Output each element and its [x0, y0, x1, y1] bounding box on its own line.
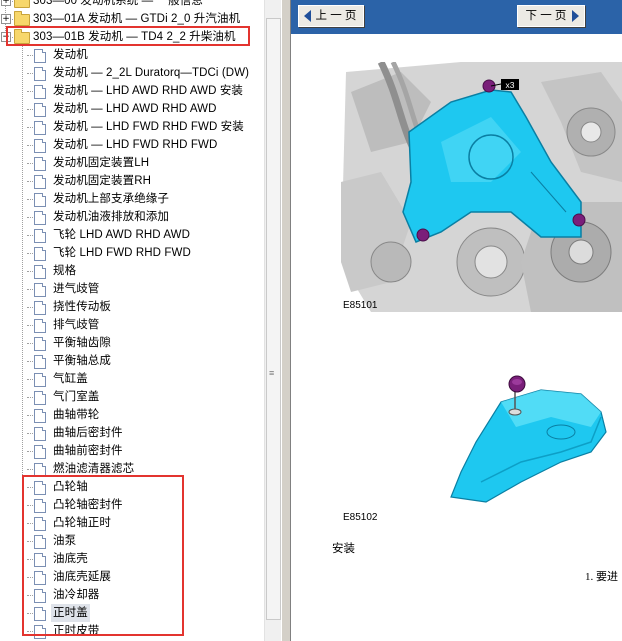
arrow-right-icon — [572, 10, 579, 22]
nav-bar: 上 一 页 下 一 页 — [291, 0, 622, 34]
tree-doc-item[interactable]: 曲轴带轮 — [0, 406, 264, 424]
tree-item-label: 发动机 — [53, 49, 88, 61]
tree-folder-item[interactable]: +303—00 发动机系统 — 一般信息 — [0, 0, 264, 10]
tree-item-label: 发动机 — LHD FWD RHD FWD — [53, 139, 218, 151]
figure2-caption: E85102 — [343, 512, 378, 523]
tree-item-label: 曲轴前密封件 — [53, 445, 123, 457]
tree-item-label: 挠性传动板 — [53, 301, 111, 313]
next-page-label: 下 一 页 — [525, 10, 567, 22]
expand-icon[interactable]: + — [1, 14, 11, 24]
tree-doc-item[interactable]: 平衡轴齿隙 — [0, 334, 264, 352]
document-icon — [34, 247, 46, 261]
tree-item-label: 发动机上部支承绝缘子 — [53, 193, 169, 205]
document-icon — [34, 373, 46, 387]
tree-doc-item[interactable]: 排气歧管 — [0, 316, 264, 334]
tree-scrollbar[interactable]: ≡ — [264, 0, 281, 641]
tree-item-label: 飞轮 LHD AWD RHD AWD — [53, 229, 191, 241]
document-icon — [34, 229, 46, 243]
tree-doc-item[interactable]: 发动机 — LHD FWD RHD FWD — [0, 136, 264, 154]
pane-splitter[interactable] — [281, 0, 291, 641]
tree-item-label: 发动机固定装置RH — [53, 175, 152, 187]
document-icon — [34, 193, 46, 207]
expand-icon[interactable]: + — [1, 0, 11, 6]
tree-item-label: 303—00 发动机系统 — 一般信息 — [33, 0, 203, 7]
tree-item-label: 发动机 — 2_2L Duratorq—TDCi (DW) — [53, 67, 250, 79]
tree-doc-item[interactable]: 气缸盖 — [0, 370, 264, 388]
section-title: 安装 — [332, 543, 355, 555]
prev-page-button[interactable]: 上 一 页 — [298, 5, 364, 27]
tree-doc-item[interactable]: 飞轮 LHD AWD RHD AWD — [0, 226, 264, 244]
tree-doc-item[interactable]: 进气歧管 — [0, 280, 264, 298]
document-icon — [34, 157, 46, 171]
engine-timing-cover-illustration: x3 — [341, 62, 622, 312]
document-icon — [34, 319, 46, 333]
document-icon — [34, 301, 46, 315]
tree-doc-item[interactable]: 规格 — [0, 262, 264, 280]
document-icon — [34, 283, 46, 297]
folder-icon — [14, 0, 30, 8]
figure1-caption: E85101 — [343, 300, 378, 311]
tree-item-label: 发动机固定装置LH — [53, 157, 150, 169]
document-icon — [34, 175, 46, 189]
tree-doc-item[interactable]: 飞轮 LHD FWD RHD FWD — [0, 244, 264, 262]
tree-item-label: 曲轴后密封件 — [53, 427, 123, 439]
tree-item-label: 气门室盖 — [53, 391, 100, 403]
document-icon — [34, 211, 46, 225]
document-icon — [34, 427, 46, 441]
tree-doc-item[interactable]: 发动机 — 2_2L Duratorq—TDCi (DW) — [0, 64, 264, 82]
tree-doc-item[interactable]: 发动机 — LHD FWD RHD FWD 安装 — [0, 118, 264, 136]
tree-doc-item[interactable]: 发动机固定装置LH — [0, 154, 264, 172]
tree-item-label: 平衡轴总成 — [53, 355, 111, 367]
document-icon — [34, 139, 46, 153]
tree-item-label: 飞轮 LHD FWD RHD FWD — [53, 247, 191, 259]
document-icon — [34, 85, 46, 99]
tree-doc-item[interactable]: 发动机上部支承绝缘子 — [0, 190, 264, 208]
timing-cover-part-illustration — [450, 375, 607, 503]
tree-item-label: 进气歧管 — [53, 283, 100, 295]
tree-doc-item[interactable]: 发动机固定装置RH — [0, 172, 264, 190]
tree-item-label: 排气歧管 — [53, 319, 100, 331]
tree-doc-item[interactable]: 曲轴前密封件 — [0, 442, 264, 460]
arrow-left-icon — [304, 10, 311, 22]
scrollbar-grip-icon: ≡ — [269, 368, 275, 378]
tree-item-label: 发动机 — LHD FWD RHD FWD 安装 — [53, 121, 244, 133]
document-icon — [34, 445, 46, 459]
tree-doc-item[interactable]: 挠性传动板 — [0, 298, 264, 316]
tree-item-label: 发动机 — LHD AWD RHD AWD 安装 — [53, 85, 244, 97]
document-icon — [34, 103, 46, 117]
tree-item-label: 曲轴带轮 — [53, 409, 100, 421]
document-icon — [34, 67, 46, 81]
tree-doc-item[interactable]: 发动机 — [0, 46, 264, 64]
tree-item-label: 气缸盖 — [53, 373, 88, 385]
document-icon — [34, 391, 46, 405]
next-page-button[interactable]: 下 一 页 — [517, 5, 585, 27]
highlight-box-selected-chapter — [6, 26, 250, 46]
step-text: 1. 要进 — [585, 571, 618, 583]
tree-item-label: 发动机 — LHD AWD RHD AWD — [53, 103, 217, 115]
tree-scrollbar-thumb[interactable] — [266, 18, 281, 620]
tree-doc-item[interactable]: 发动机 — LHD AWD RHD AWD 安装 — [0, 82, 264, 100]
folder-icon — [14, 11, 30, 26]
tree-doc-item[interactable]: 发动机 — LHD AWD RHD AWD — [0, 100, 264, 118]
tree-doc-item[interactable]: 气门室盖 — [0, 388, 264, 406]
highlight-box-procedure-list — [22, 475, 184, 636]
tree-doc-item[interactable]: 曲轴后密封件 — [0, 424, 264, 442]
tree-doc-item[interactable]: 发动机油液排放和添加 — [0, 208, 264, 226]
tree-item-label: 平衡轴齿隙 — [53, 337, 111, 349]
document-icon — [34, 337, 46, 351]
content-pane[interactable]: 上 一 页 下 一 页 x3 E85101 E85102 安装 1. 要进 — [291, 0, 622, 641]
document-icon — [34, 355, 46, 369]
document-icon — [34, 121, 46, 135]
tree-doc-item[interactable]: 平衡轴总成 — [0, 352, 264, 370]
tree-item-label: 规格 — [53, 265, 77, 277]
document-icon — [34, 409, 46, 423]
tree-item-label: 发动机油液排放和添加 — [53, 211, 169, 223]
prev-page-label: 上 一 页 — [315, 10, 357, 22]
document-icon — [34, 49, 46, 63]
bolt-count-callout: x3 — [506, 80, 515, 90]
document-icon — [34, 265, 46, 279]
